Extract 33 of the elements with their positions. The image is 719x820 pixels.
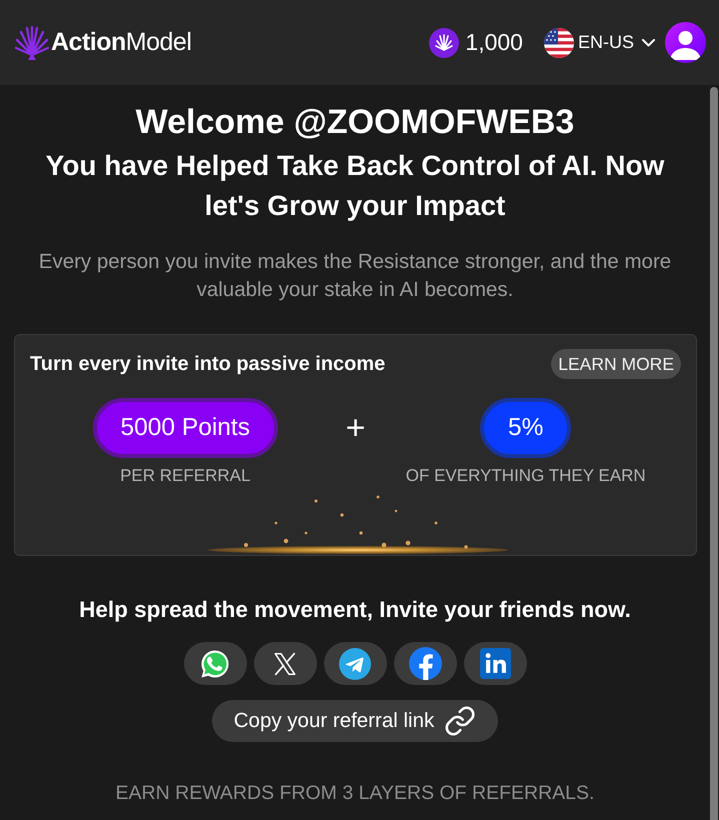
- points-balance: 1,000: [465, 29, 523, 56]
- logo-icon: [14, 26, 50, 60]
- link-icon: [444, 705, 476, 737]
- scrollbar-thumb[interactable]: [710, 87, 718, 820]
- reward-pill: 5%: [480, 398, 572, 458]
- referral-layers-note: EARN REWARDS FROM 3 LAYERS OF REFERRALS.: [116, 781, 594, 805]
- learn-more-button[interactable]: LEARN MORE: [551, 349, 681, 379]
- share-button[interactable]: [254, 642, 316, 685]
- whatsapp-icon: [199, 648, 231, 680]
- copy-link-button[interactable]: Copy your referral link: [212, 700, 498, 742]
- facebook-icon: [408, 647, 442, 680]
- share-button[interactable]: [464, 642, 526, 685]
- plus-sign: +: [346, 408, 366, 449]
- chevron-down-icon: [642, 38, 655, 46]
- logo-text: ActionModel: [51, 28, 192, 57]
- subtitle: You have Helped Take Back Control of AI. Now let's Grow your Impact: [44, 149, 666, 223]
- reward-caption: PER REFERRAL: [120, 465, 250, 487]
- share-button[interactable]: [184, 642, 246, 685]
- description: Every person you invite makes the Resistance stronger, and the more valuable your stake in AI becomes.: [38, 249, 672, 303]
- welcome-title: Welcome @ZOOMOFWEB3: [134, 103, 576, 141]
- reward-caption: OF EVERYTHING THEY EARN: [406, 465, 646, 487]
- language-selector[interactable]: EN-US: [544, 28, 655, 58]
- linkedin-icon: [480, 648, 510, 679]
- share-button[interactable]: [324, 642, 386, 685]
- share-button[interactable]: [394, 642, 456, 685]
- coin-icon: [429, 28, 460, 58]
- x-logo-icon: [272, 650, 298, 676]
- share-heading: Help spread the movement, Invite your friends now.: [79, 598, 631, 622]
- user-avatar-icon[interactable]: [665, 22, 706, 63]
- reward-pill: 5000 Points: [92, 398, 278, 458]
- card-title: Turn every invite into passive income: [30, 352, 386, 376]
- telegram-icon: [339, 648, 371, 680]
- us-flag-icon: [544, 28, 574, 58]
